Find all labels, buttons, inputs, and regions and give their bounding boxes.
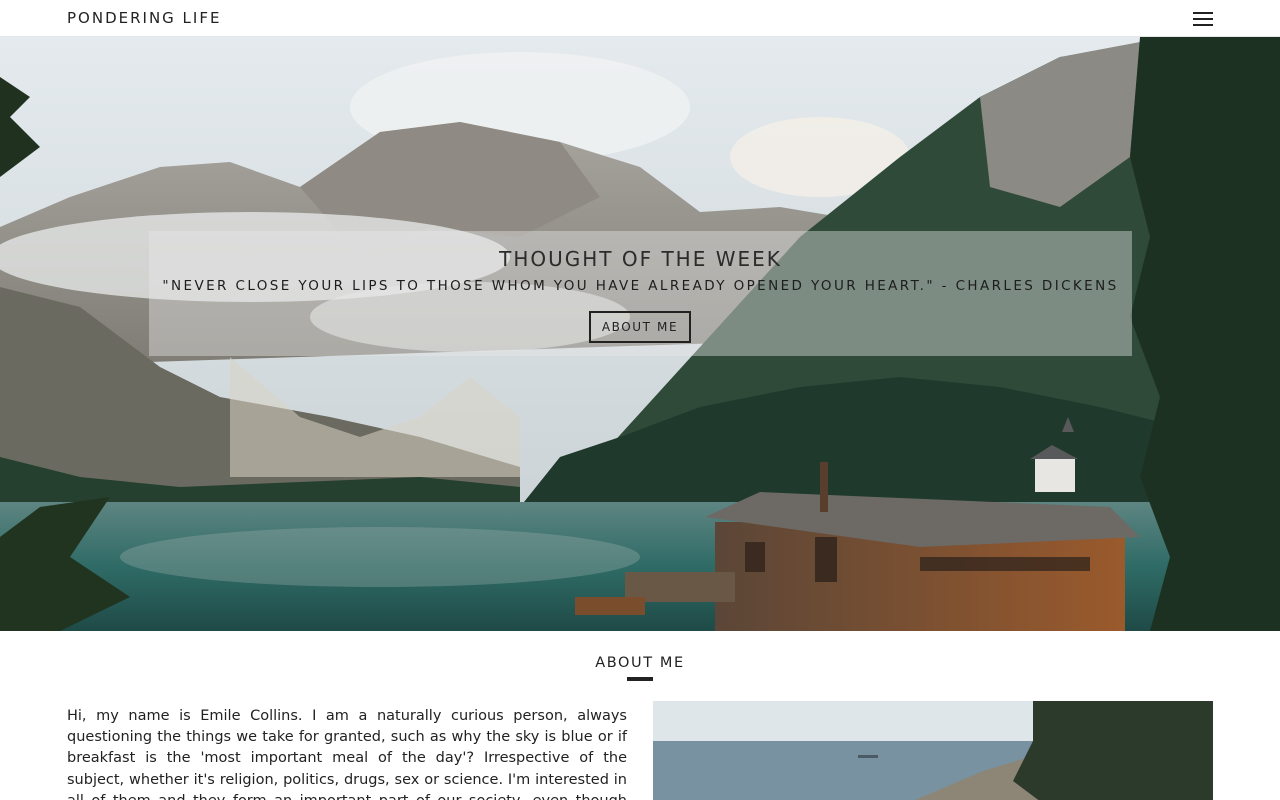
about-body-text: Hi, my name is Emile Collins. I am a nat… [67, 708, 627, 800]
menu-line [1193, 24, 1213, 26]
menu-line [1193, 18, 1213, 20]
menu-line [1193, 12, 1213, 14]
about-me-button[interactable]: ABOUT ME [589, 311, 691, 343]
hero-quote: "NEVER CLOSE YOUR LIPS TO THOSE WHOM YOU… [162, 278, 1119, 294]
hero-title: THOUGHT OF THE WEEK [499, 247, 782, 271]
coastal-landscape-illustration [653, 701, 1213, 800]
top-navigation-bar: PONDERING LIFE [0, 0, 1280, 37]
about-section-heading: ABOUT ME [595, 655, 685, 671]
thought-of-the-week-panel: THOUGHT OF THE WEEK "NEVER CLOSE YOUR LI… [149, 231, 1132, 356]
site-brand-link[interactable]: PONDERING LIFE [67, 9, 221, 27]
hero-banner: THOUGHT OF THE WEEK "NEVER CLOSE YOUR LI… [0, 37, 1280, 631]
about-coastal-image [653, 701, 1213, 800]
heading-underline [627, 677, 653, 681]
hamburger-menu-icon[interactable] [1189, 8, 1217, 30]
